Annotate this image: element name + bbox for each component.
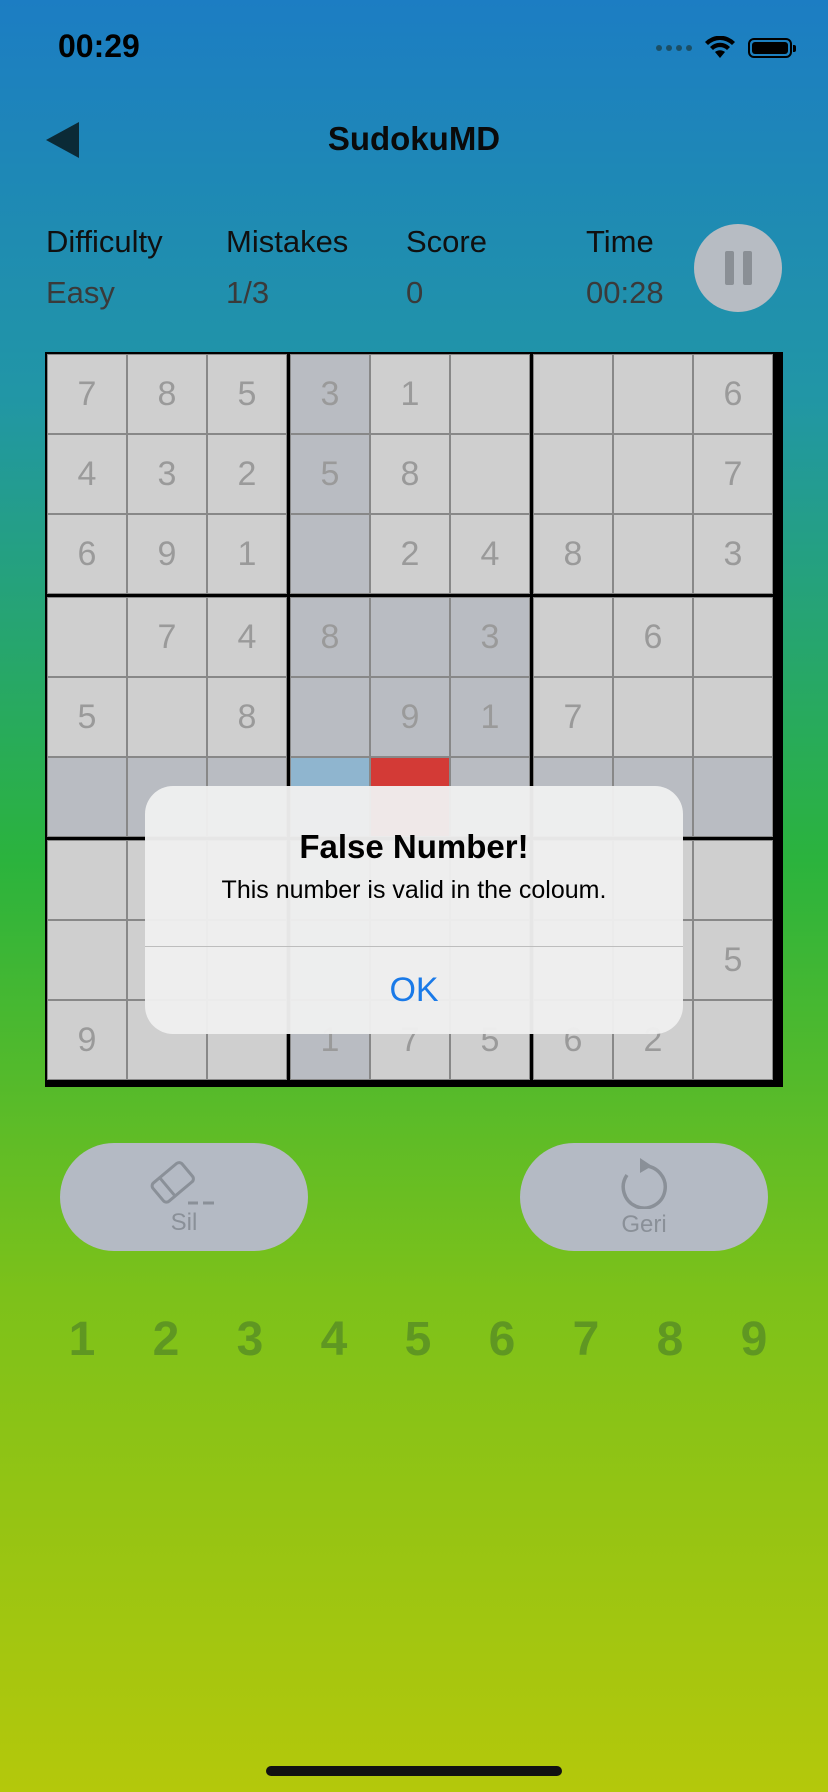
alert-dialog: False Number! This number is valid in th… [145, 786, 683, 1034]
home-indicator [266, 1766, 562, 1776]
alert-title: False Number! [299, 828, 529, 865]
alert-overlay: False Number! This number is valid in th… [0, 0, 828, 1792]
alert-message: This number is valid in the coloum. [221, 876, 607, 904]
ok-button[interactable]: OK [145, 947, 683, 1034]
